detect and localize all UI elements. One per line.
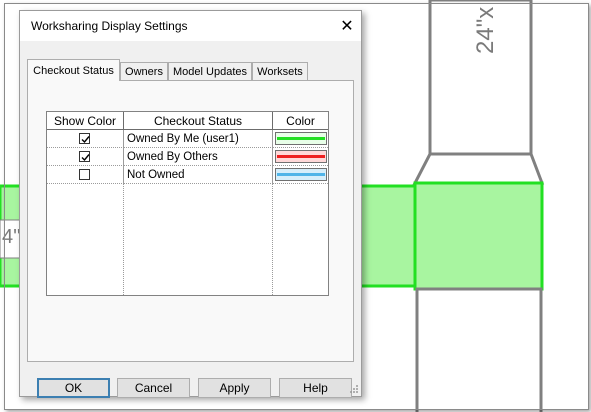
- tab-label: Owners: [125, 66, 163, 78]
- tab-checkout-status[interactable]: Checkout Status: [27, 59, 120, 81]
- help-button[interactable]: Help: [279, 378, 352, 398]
- tab-label: Model Updates: [173, 66, 247, 78]
- table-row[interactable]: [47, 148, 124, 166]
- color-swatch[interactable]: [275, 150, 327, 163]
- checkmark-icon: [81, 136, 90, 144]
- table-row[interactable]: [47, 166, 124, 184]
- tab-model-updates[interactable]: Model Updates: [168, 62, 252, 80]
- ok-button[interactable]: OK: [37, 378, 110, 398]
- color-line: [277, 155, 325, 158]
- checkout-status-cell: Owned By Others: [124, 148, 273, 166]
- header-checkout-status[interactable]: Checkout Status: [124, 112, 273, 130]
- status-label: Owned By Me (user1): [127, 133, 239, 145]
- cancel-button[interactable]: Cancel: [117, 378, 190, 398]
- resize-grip-icon[interactable]: [349, 384, 359, 394]
- color-cell[interactable]: [273, 148, 328, 166]
- tab-owners[interactable]: Owners: [120, 62, 168, 80]
- color-swatch[interactable]: [275, 168, 327, 181]
- header-show-color[interactable]: Show Color: [47, 112, 124, 130]
- tab-label: Worksets: [257, 66, 303, 78]
- dialog-title: Worksharing Display Settings: [31, 19, 188, 33]
- checkout-status-cell: Not Owned: [124, 166, 273, 184]
- status-label: Not Owned: [127, 169, 185, 181]
- color-line: [277, 173, 325, 176]
- color-swatch[interactable]: [275, 132, 327, 145]
- color-cell[interactable]: [273, 130, 328, 148]
- close-icon: ✕: [340, 18, 354, 35]
- show-color-checkbox[interactable]: [79, 151, 90, 162]
- table-row[interactable]: [47, 130, 124, 148]
- show-color-checkbox[interactable]: [79, 169, 90, 180]
- status-label: Owned By Others: [127, 151, 218, 163]
- checkout-status-cell: Owned By Me (user1): [124, 130, 273, 148]
- tab-label: Checkout Status: [33, 65, 114, 77]
- close-button[interactable]: ✕: [333, 11, 361, 41]
- color-line: [277, 137, 325, 140]
- header-color[interactable]: Color: [273, 112, 328, 130]
- color-cell[interactable]: [273, 166, 328, 184]
- apply-button[interactable]: Apply: [198, 378, 271, 398]
- checkout-status-table: Show Color Checkout Status Color Owned B…: [46, 111, 329, 296]
- worksharing-display-settings-dialog: Worksharing Display Settings ✕ Checkout …: [19, 10, 362, 398]
- show-color-checkbox[interactable]: [79, 133, 90, 144]
- dialog-titlebar[interactable]: Worksharing Display Settings ✕: [20, 11, 361, 41]
- tab-worksets[interactable]: Worksets: [252, 62, 308, 80]
- checkmark-icon: [81, 154, 90, 162]
